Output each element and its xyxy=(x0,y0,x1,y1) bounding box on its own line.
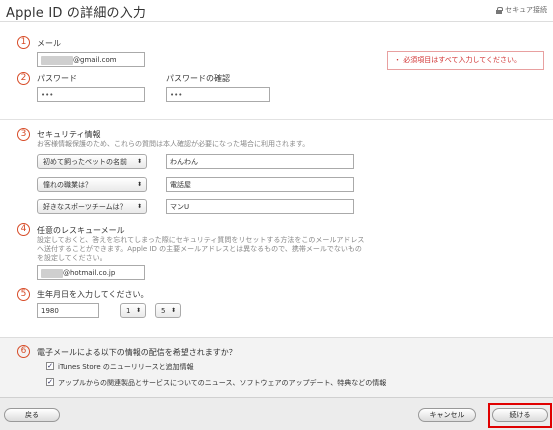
step-number-4: 4 xyxy=(17,223,30,236)
error-message: ・ 必須項目はすべて入力してください。 xyxy=(387,51,544,70)
rescue-email-field[interactable]: @hotmail.co.jp xyxy=(37,265,145,280)
password-confirm-field[interactable]: ••• xyxy=(166,87,270,102)
back-button[interactable]: 戻る xyxy=(4,408,60,422)
redacted-text xyxy=(41,55,73,65)
lock-icon xyxy=(496,6,504,14)
optin-label: 電子メールによる以下の情報の配信を希望されますか？ xyxy=(37,348,237,357)
security-answer-1-field[interactable]: わんわん xyxy=(166,154,354,169)
step-number-2: 2 xyxy=(17,72,30,85)
email-field[interactable]: @gmail.com xyxy=(37,52,145,67)
cancel-button[interactable]: キャンセル xyxy=(418,408,476,422)
page-header: Apple ID の詳細の入力 セキュア接続 xyxy=(0,0,553,22)
redacted-text xyxy=(41,268,63,278)
secure-label: セキュア接続 xyxy=(505,6,547,14)
chevron-updown-icon: ⬍ xyxy=(136,203,142,210)
email-suffix: @gmail.com xyxy=(73,56,117,64)
birthday-label: 生年月日を入力してください。 xyxy=(37,290,149,299)
chevron-updown-icon: ⬍ xyxy=(136,181,142,188)
birth-day-value: 5 xyxy=(161,307,166,315)
password-label: パスワード xyxy=(37,74,77,83)
step-number-3: 3 xyxy=(17,128,30,141)
security-question-3-select[interactable]: 好きなスポーツチームは？ ⬍ xyxy=(37,199,147,214)
continue-highlight-box xyxy=(488,403,552,428)
divider xyxy=(0,119,553,120)
step-number-6: 6 xyxy=(17,345,30,358)
security-question-2-select[interactable]: 憧れの職業は？ ⬍ xyxy=(37,177,147,192)
birth-day-select[interactable]: 5 ⬍ xyxy=(155,303,181,318)
birth-year-field[interactable]: 1980 xyxy=(37,303,99,318)
security-answer-2-field[interactable]: 電話屋 xyxy=(166,177,354,192)
security-question-3: 好きなスポーツチームは？ xyxy=(43,203,127,211)
optin-apple-news-label: アップルからの関連製品とサービスについてのニュース、ソフトウェアのアップデート、… xyxy=(58,379,387,387)
security-answer-3-field[interactable]: マンU xyxy=(166,199,354,214)
step-number-1: 1 xyxy=(17,36,30,49)
chevron-updown-icon: ⬍ xyxy=(136,158,142,165)
password-confirm-label: パスワードの確認 xyxy=(166,74,230,83)
password-field[interactable]: ••• xyxy=(37,87,145,102)
email-label: メール xyxy=(37,39,61,48)
rescue-email-label: 任意のレスキューメール xyxy=(37,226,125,235)
security-description: お客様情報保護のため、これらの質問は本人確認が必要になった場合に利用されます。 xyxy=(37,140,310,148)
security-question-1: 初めて飼ったペットの名前 xyxy=(43,158,127,166)
security-question-2: 憧れの職業は？ xyxy=(43,181,92,189)
secure-connection: セキュア接続 xyxy=(496,5,547,15)
optin-checkbox-apple-news[interactable]: ✓ xyxy=(46,378,54,386)
security-question-1-select[interactable]: 初めて飼ったペットの名前 ⬍ xyxy=(37,154,147,169)
optin-checkbox-itunes[interactable]: ✓ xyxy=(46,362,54,370)
birth-month-value: 1 xyxy=(126,307,131,315)
step-number-5: 5 xyxy=(17,288,30,301)
birth-month-select[interactable]: 1 ⬍ xyxy=(120,303,146,318)
security-label: セキュリティ情報 xyxy=(37,130,101,139)
chevron-updown-icon: ⬍ xyxy=(170,307,176,314)
page-title: Apple ID の詳細の入力 xyxy=(6,6,147,21)
rescue-email-description: 設定しておくと、答えを忘れてしまった際にセキュリティ質問をリセットする方法をこの… xyxy=(37,236,365,262)
optin-itunes-label: iTunes Store のニューリリースと追加情報 xyxy=(58,363,194,371)
rescue-email-suffix: @hotmail.co.jp xyxy=(63,269,116,277)
chevron-updown-icon: ⬍ xyxy=(135,307,141,314)
